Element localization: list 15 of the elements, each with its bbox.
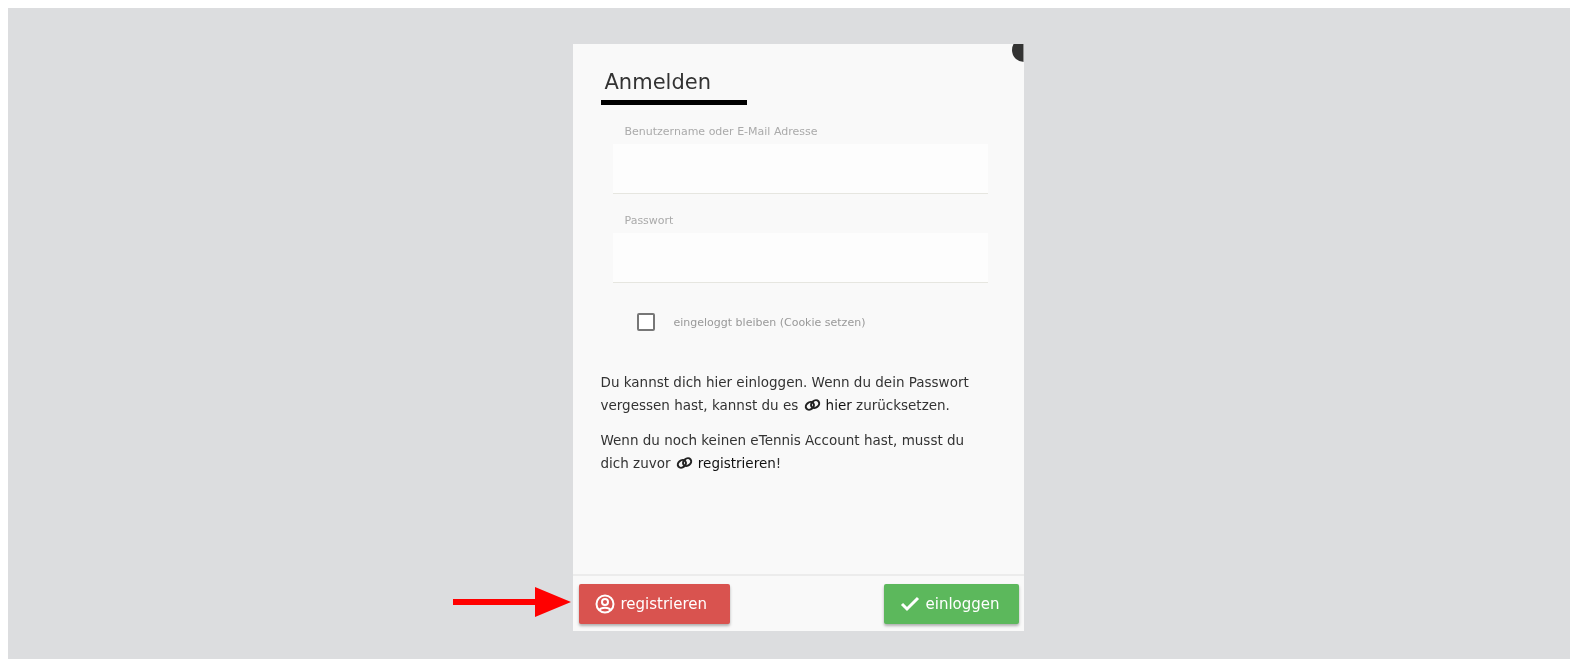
input-field[interactable] bbox=[612, 144, 988, 194]
checkbox-label: eingeloggt bleiben (Cookie setzen) bbox=[673, 315, 866, 329]
checkbox[interactable] bbox=[636, 313, 655, 331]
info-paragraph: Wenn du noch keinen eTennis Account hast, musst du dich zuvor registrieren! bbox=[600, 431, 966, 473]
field-label: Passwort bbox=[623, 214, 675, 227]
dialog-title: Anmelden bbox=[600, 70, 747, 105]
info-paragraph: Du kannst dich hier einloggen. Wenn du dein Passwort vergessen hast, kannst du es hier zurücksetzen. bbox=[600, 373, 970, 415]
link-icon bbox=[802, 398, 822, 412]
input-field[interactable] bbox=[612, 233, 988, 283]
user-icon bbox=[594, 593, 615, 614]
link-icon bbox=[674, 456, 694, 470]
field-label: Benutzername oder E-Mail Adresse bbox=[623, 125, 819, 138]
text-link[interactable]: registrieren bbox=[674, 455, 776, 471]
text-link[interactable]: hier bbox=[802, 397, 852, 413]
register-button[interactable]: registrieren bbox=[578, 583, 730, 624]
